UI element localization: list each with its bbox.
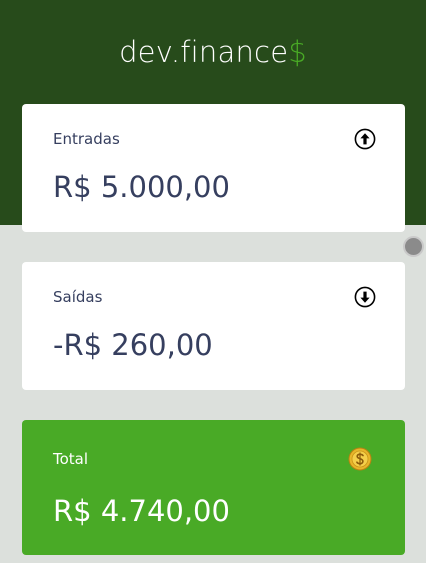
arrow-up-circle-icon — [354, 128, 376, 150]
total-label: Total — [53, 450, 89, 468]
income-amount: R$ 5.000,00 — [53, 170, 230, 204]
expense-amount: -R$ 260,00 — [53, 328, 213, 362]
logo-accent: $ — [288, 35, 307, 69]
total-card: Total R$ 4.740,00 — [22, 420, 405, 555]
scroll-indicator[interactable] — [403, 236, 424, 257]
income-label: Entradas — [53, 130, 120, 148]
dollar-coin-icon — [348, 447, 372, 471]
expense-card: Saídas -R$ 260,00 — [22, 262, 405, 390]
total-amount: R$ 4.740,00 — [53, 494, 230, 528]
logo-text: dev.finance — [119, 35, 289, 69]
arrow-down-circle-icon — [354, 286, 376, 308]
expense-label: Saídas — [53, 288, 103, 306]
income-card: Entradas R$ 5.000,00 — [22, 104, 405, 232]
app-logo: dev.finance$ — [0, 32, 426, 72]
